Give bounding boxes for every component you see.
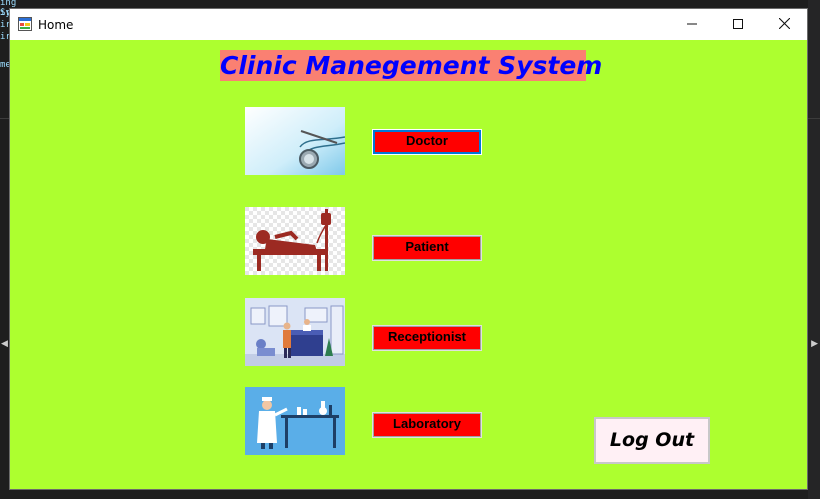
reception-desk-image xyxy=(245,298,345,366)
scroll-right-icon: ▶ xyxy=(811,338,818,348)
scroll-left-icon: ◀ xyxy=(1,338,8,348)
close-icon xyxy=(778,17,790,30)
stethoscope-image xyxy=(245,107,345,175)
minimize-icon xyxy=(687,23,697,25)
form-client-area: Clinic Manegement System Doctor Patient … xyxy=(10,40,807,489)
doctor-button[interactable]: Doctor xyxy=(372,129,482,155)
maximize-button[interactable] xyxy=(715,9,761,40)
form-icon xyxy=(18,17,32,31)
ide-right-panel xyxy=(808,0,820,499)
patient-button[interactable]: Patient xyxy=(372,235,482,261)
home-window: Home Clinic Manegement System Doctor Pat… xyxy=(9,8,808,490)
minimize-button[interactable] xyxy=(669,9,715,40)
app-heading: Clinic Manegement System xyxy=(220,50,603,81)
lab-scientist-image xyxy=(245,387,345,455)
close-button[interactable] xyxy=(761,9,807,40)
patient-bed-image xyxy=(245,207,345,275)
window-title: Home xyxy=(38,18,74,32)
title-bar[interactable]: Home xyxy=(10,9,807,40)
ide-background: ing System; ir ir ir me xyxy=(0,0,38,499)
laboratory-button[interactable]: Laboratory xyxy=(372,412,482,438)
maximize-icon xyxy=(733,19,743,29)
logout-button[interactable]: Log Out xyxy=(594,417,710,464)
receptionist-button[interactable]: Receptionist xyxy=(372,325,482,351)
